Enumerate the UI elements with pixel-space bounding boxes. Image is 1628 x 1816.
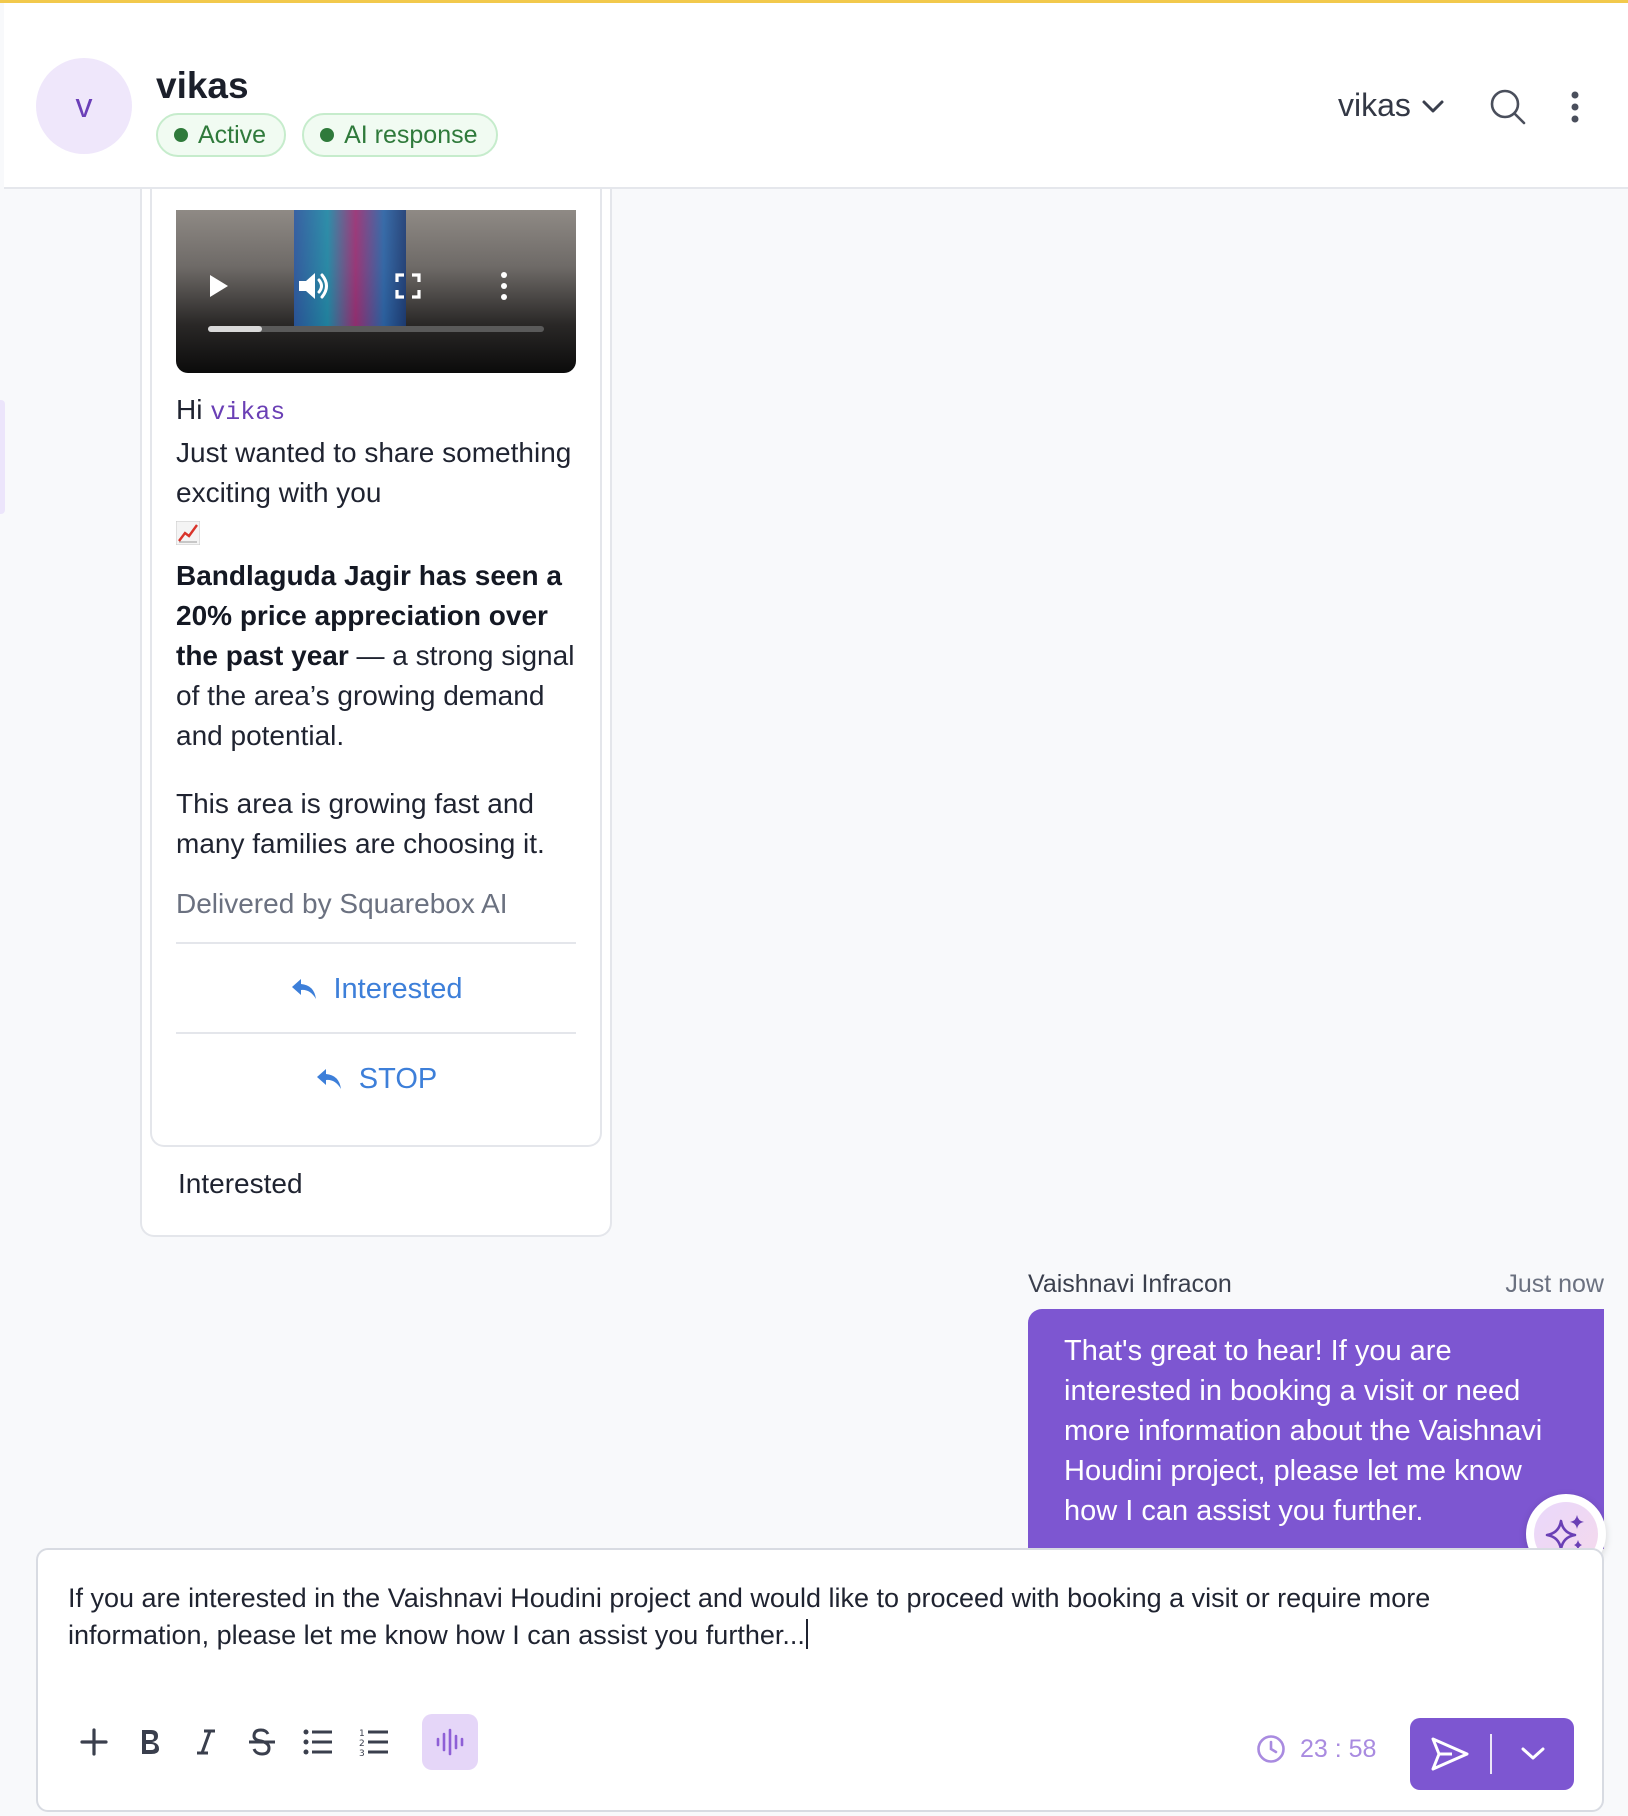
- status-dot-icon: [174, 128, 188, 142]
- message-timestamp: Just now: [1505, 1270, 1604, 1298]
- italic-button[interactable]: [178, 1714, 234, 1770]
- status-badges: Active AI response: [156, 113, 498, 157]
- video-progress-bar[interactable]: [208, 326, 544, 332]
- quick-reply-label: STOP: [358, 1062, 438, 1095]
- status-badge-ai-response: AI response: [302, 113, 498, 157]
- send-divider: [1490, 1734, 1492, 1774]
- volume-icon: [299, 273, 328, 299]
- contact-name: vikas: [156, 65, 249, 106]
- formatting-toolbar: 123: [66, 1714, 478, 1770]
- divider: [176, 942, 576, 944]
- message-highlight: Bandlaguda Jagir has seen a 20% price ap…: [176, 556, 586, 756]
- attach-button[interactable]: [66, 1714, 122, 1770]
- video-progress-fill: [208, 326, 262, 332]
- chevron-down-icon: [1521, 1747, 1545, 1760]
- more-options-button[interactable]: [1560, 87, 1590, 127]
- bold-button[interactable]: [122, 1714, 178, 1770]
- send-button[interactable]: [1410, 1718, 1490, 1790]
- svg-text:3: 3: [359, 1749, 365, 1757]
- greeting-line: Hi vikas: [176, 390, 586, 433]
- status-dot-icon: [320, 128, 335, 142]
- side-panel-handle[interactable]: [0, 400, 5, 514]
- customer-reply-text: Interested: [178, 1168, 303, 1199]
- composer-input[interactable]: If you are interested in the Vaishnavi H…: [68, 1580, 1568, 1654]
- play-button[interactable]: [198, 266, 238, 306]
- outgoing-message-bubble: That's great to hear! If you are interes…: [1028, 1309, 1604, 1549]
- svg-text:2: 2: [359, 1739, 365, 1749]
- outgoing-message-text: That's great to hear! If you are interes…: [1064, 1335, 1543, 1527]
- composer-input-text: If you are interested in the Vaishnavi H…: [68, 1583, 1431, 1650]
- divider: [176, 1032, 576, 1034]
- text-caret: [805, 1619, 808, 1649]
- fullscreen-button[interactable]: [388, 266, 428, 306]
- search-button[interactable]: [1488, 87, 1528, 127]
- session-timer: 23 : 58: [1256, 1734, 1376, 1764]
- quick-reply-label: Interested: [333, 972, 463, 1005]
- reply-arrow-icon: [316, 1069, 341, 1089]
- chevron-down-icon: [1422, 100, 1444, 112]
- voice-button[interactable]: [422, 1714, 478, 1770]
- agent-name: vikas: [1338, 87, 1411, 123]
- avatar: v: [36, 58, 132, 154]
- strikethrough-button[interactable]: [234, 1714, 290, 1770]
- more-vertical-icon: [1571, 91, 1579, 123]
- template-message-body: Hi vikas Just wanted to share something …: [176, 390, 586, 864]
- clock-icon: [1257, 1735, 1285, 1763]
- volume-button[interactable]: [294, 266, 334, 306]
- video-player[interactable]: [176, 210, 576, 373]
- delivered-by-footer: Delivered by Squarebox AI: [176, 888, 508, 919]
- message-sender: Vaishnavi Infracon: [1028, 1270, 1232, 1298]
- chart-increasing-icon: [176, 513, 586, 556]
- send-icon: [1431, 1737, 1469, 1771]
- bullet-list-icon: [303, 1729, 332, 1755]
- quick-reply-stop-button[interactable]: STOP: [176, 1036, 576, 1122]
- fullscreen-icon: [395, 273, 421, 299]
- svg-text:1: 1: [359, 1729, 365, 1739]
- search-icon: [1490, 89, 1526, 125]
- video-controls: [176, 266, 576, 306]
- message-line1: Just wanted to share something exciting …: [176, 437, 572, 508]
- chat-header: v vikas Active AI response vikas: [4, 3, 1628, 189]
- bullet-list-button[interactable]: [290, 1714, 346, 1770]
- strikethrough-icon: [249, 1728, 275, 1756]
- play-icon: [210, 275, 228, 297]
- greeting-name: vikas: [210, 398, 286, 427]
- message-composer[interactable]: If you are interested in the Vaishnavi H…: [36, 1548, 1604, 1812]
- voice-wave-icon: [436, 1728, 464, 1756]
- badge-label: Active: [198, 120, 267, 149]
- more-vertical-icon: [501, 272, 507, 300]
- send-button-group: [1410, 1718, 1574, 1790]
- message-paragraph2: This area is growing fast and many famil…: [176, 788, 545, 859]
- bold-icon: [142, 1730, 159, 1754]
- plus-icon: [80, 1728, 108, 1756]
- video-more-button[interactable]: [484, 266, 524, 306]
- greeting-prefix: Hi: [176, 394, 203, 425]
- italic-icon: [197, 1729, 215, 1755]
- reply-arrow-icon: [291, 979, 316, 999]
- agent-selector[interactable]: vikas: [1338, 87, 1445, 124]
- status-badge-active: Active: [156, 113, 287, 157]
- send-options-button[interactable]: [1492, 1718, 1574, 1790]
- timer-value: 23 : 58: [1300, 1734, 1377, 1763]
- badge-label: AI response: [344, 120, 478, 149]
- numbered-list-button[interactable]: 123: [346, 1714, 402, 1770]
- quick-reply-interested-button[interactable]: Interested: [176, 946, 576, 1032]
- numbered-list-icon: 123: [359, 1729, 388, 1757]
